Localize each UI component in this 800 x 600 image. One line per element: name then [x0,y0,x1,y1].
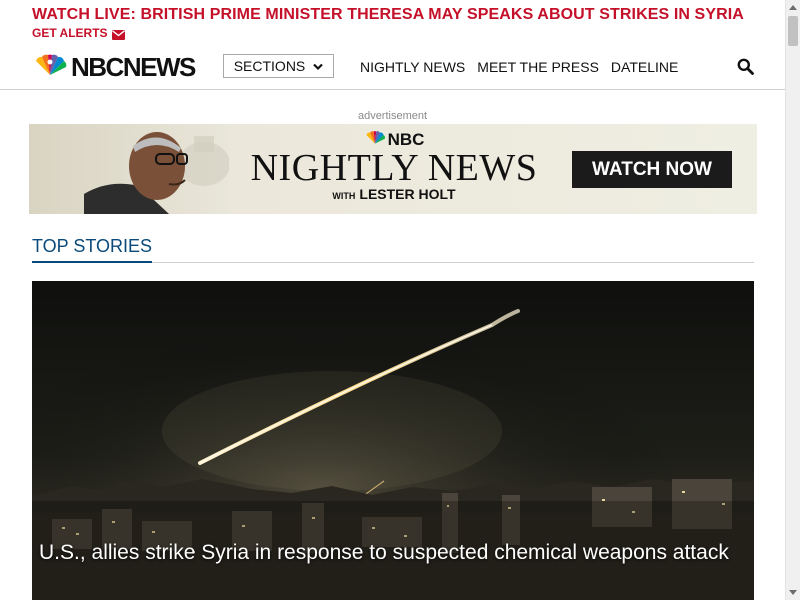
ad-anchor-name: LESTER HOLT [359,186,456,202]
logo-wordmark: NBCNEWS [71,52,196,82]
get-alerts-link[interactable]: GET ALERTS [32,26,125,40]
envelope-icon [111,29,125,40]
hero-story-headline: U.S., allies strike Syria in response to… [39,541,729,564]
breaking-news-link[interactable]: WATCH LIVE: BRITISH PRIME MINISTER THERE… [32,6,772,24]
breaking-news-bar: WATCH LIVE: BRITISH PRIME MINISTER THERE… [32,6,772,42]
scroll-up-arrow-icon[interactable] [789,5,797,10]
get-alerts-label: GET ALERTS [32,26,108,40]
anchor-portrait-image [29,124,230,214]
ad-show-title: NIGHTLY NEWS [250,147,538,189]
hero-story-card[interactable]: U.S., allies strike Syria in response to… [32,281,754,600]
chevron-down-icon [313,58,324,74]
nav-meet-the-press[interactable]: MEET THE PRESS [477,59,599,75]
ad-with-label: WITH [332,191,356,201]
section-title: TOP STORIES [32,236,153,263]
nav-nightly-news[interactable]: NIGHTLY NEWS [360,59,465,75]
page-scrollbar[interactable] [785,0,800,600]
sections-dropdown[interactable]: SECTIONS [223,54,334,78]
nav-links: NIGHTLY NEWS MEET THE PRESS DATELINE [360,59,678,75]
nav-dateline[interactable]: DATELINE [611,59,678,75]
main-navigation: NBCNEWS SECTIONS NIGHTLY NEWS MEET THE P… [0,44,785,90]
scroll-thumb[interactable] [788,16,798,46]
top-stories-header: TOP STORIES [32,236,754,263]
advertisement-label: advertisement [357,110,428,122]
sections-label: SECTIONS [233,58,306,74]
nightly-news-ad-banner[interactable]: NBC NIGHTLY NEWS WITH LESTER HOLT WATCH N… [29,124,757,214]
search-icon[interactable] [737,58,755,76]
nbc-news-logo[interactable]: NBCNEWS [32,52,196,83]
watch-now-button[interactable]: WATCH NOW [572,151,732,188]
scroll-down-arrow-icon[interactable] [789,590,797,595]
ad-brand-block: NBC NIGHTLY NEWS WITH LESTER HOLT [229,130,559,202]
peacock-icon [32,53,68,82]
